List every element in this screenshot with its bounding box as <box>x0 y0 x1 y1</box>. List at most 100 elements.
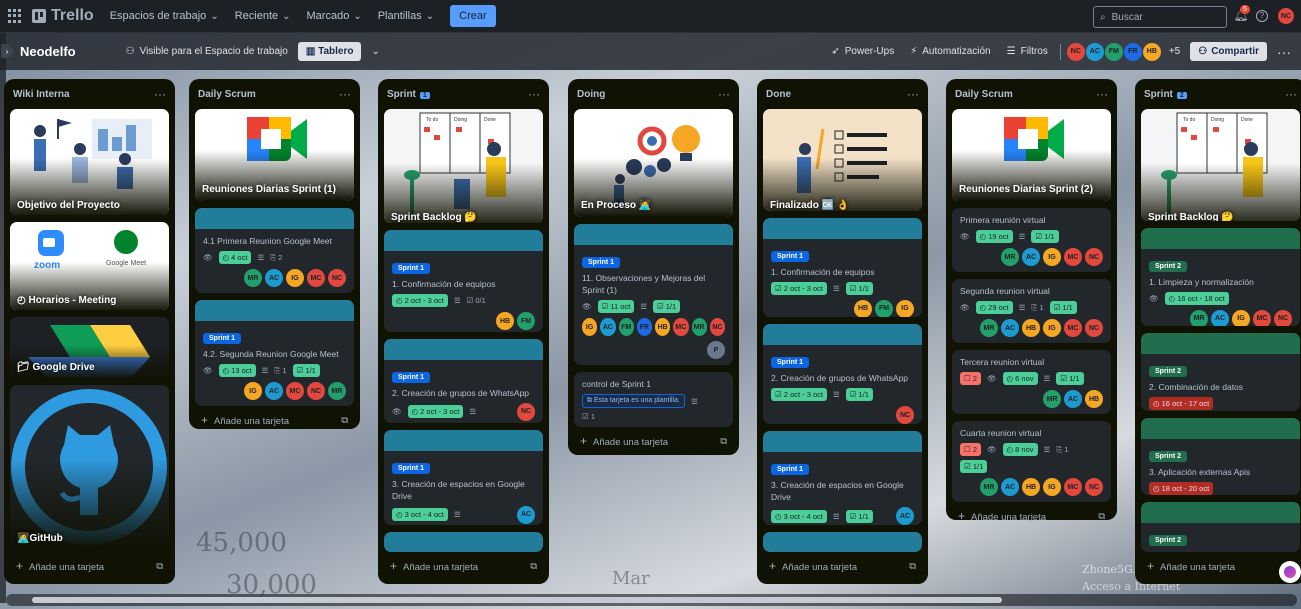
card-done-1[interactable]: Sprint 1 1. Confirmación de equipos ☑ 2 … <box>763 217 922 318</box>
due-date-badge[interactable]: ◴ 8 nov <box>1002 443 1038 456</box>
list-menu-icon[interactable]: ··· <box>718 87 730 101</box>
card-cover-reuniones-1[interactable]: Reuniones Diarias Sprint (1) <box>195 109 354 201</box>
card-sprint2-3[interactable]: Sprint 2 3. Aplicación externas Apis ◴ 1… <box>1141 417 1300 495</box>
member-avatar[interactable]: AC <box>1001 319 1019 337</box>
member-avatar[interactable]: MR <box>1001 248 1019 266</box>
list-title[interactable]: Daily Scrum <box>955 89 1013 100</box>
member-avatar[interactable]: MR <box>328 382 346 400</box>
member-avatar[interactable]: MR <box>980 478 998 496</box>
due-date-badge[interactable]: ◴ 29 oct <box>975 301 1013 314</box>
member-avatar[interactable]: IG <box>1232 309 1250 327</box>
share-button[interactable]: ⚇ Compartir <box>1190 42 1267 61</box>
member-avatar[interactable]: AC <box>517 505 535 524</box>
card-github[interactable]: 👩‍💻︎GitHub <box>10 384 169 546</box>
template-icon[interactable]: ⧉ <box>909 561 916 572</box>
card-sprint1-1[interactable]: Sprint 1 1. Confirmación de equipos ◴ 2 … <box>384 230 543 332</box>
views-dropdown[interactable]: ⌄ <box>371 46 379 57</box>
member-avatar[interactable]: FR <box>1123 42 1142 61</box>
due-date-badge[interactable]: ◴ 19 oct <box>975 230 1013 243</box>
member-avatar[interactable]: HB <box>496 312 514 331</box>
member-avatar[interactable]: IG <box>1043 248 1061 266</box>
member-avatar[interactable]: FM <box>618 318 634 336</box>
card-cover-finalizado[interactable]: Finalizado 🆗 👌 <box>763 109 922 211</box>
due-date-badge[interactable]: ☑ 2 oct - 3 oct <box>771 388 827 402</box>
add-card-button[interactable]: + Añade una tarjeta ⧉ <box>384 552 543 580</box>
member-avatar[interactable]: AC <box>1001 478 1019 496</box>
board-menu-icon[interactable]: ··· <box>1277 44 1291 60</box>
card-done-partial[interactable] <box>763 532 922 552</box>
member-avatar[interactable]: MC <box>1064 319 1082 337</box>
card-cover-sprint-backlog[interactable]: To do Doing Done Sprint Backlog 🤔 <box>384 109 543 224</box>
card-cover-en-proceso[interactable]: En Proceso 🧑‍💻 <box>574 109 733 217</box>
member-avatar[interactable]: AC <box>896 507 914 526</box>
member-avatar[interactable]: MC <box>1253 309 1271 327</box>
search-input[interactable]: ⌕ Buscar <box>1093 6 1227 28</box>
card-sprint1-3[interactable]: Sprint 1 3. Creación de espacios en Goog… <box>384 429 543 525</box>
member-avatar[interactable]: HB <box>854 299 872 318</box>
template-icon[interactable]: ⧉ <box>341 415 348 426</box>
member-avatar[interactable]: MR <box>244 269 262 287</box>
member-avatar[interactable]: NC <box>709 318 725 336</box>
card-google-drive[interactable]: 📁︎ Google Drive <box>10 316 169 378</box>
member-avatar[interactable]: AC <box>1022 248 1040 266</box>
member-avatar[interactable]: NC <box>307 382 325 400</box>
nav-recent[interactable]: Reciente ⌄ <box>235 10 291 22</box>
card-segunda-reunion-virtual[interactable]: Segunda reunion virtual 👁︎ ◴ 29 oct ☰ ⎘ 1 ☑ … <box>952 279 1111 343</box>
member-avatar[interactable]: NC <box>1085 248 1103 266</box>
member-avatar[interactable]: HB <box>655 318 671 336</box>
card-cover-sprint-backlog-2[interactable]: To do Doing Done Sprint Backlog 🤔 <box>1141 109 1300 221</box>
list-title[interactable]: Sprint 2 <box>1144 89 1187 100</box>
list-menu-icon[interactable]: ··· <box>528 87 540 101</box>
assistant-bubble-icon[interactable] <box>1279 561 1301 583</box>
horizontal-scrollbar[interactable] <box>6 594 1297 606</box>
card-sprint2-2[interactable]: Sprint 2 2. Combinación de datos ◴ 16 oc… <box>1141 333 1300 411</box>
list-title[interactable]: Doing <box>577 89 605 100</box>
board-title[interactable]: Neodelfo <box>20 44 76 59</box>
member-avatar[interactable]: MC <box>1064 478 1082 496</box>
due-date-badge[interactable]: ◴ 16 oct - 17 oct <box>1149 397 1214 411</box>
member-avatar[interactable]: MR <box>691 318 707 336</box>
card-done-3[interactable]: Sprint 1 3. Creación de espacios en Goog… <box>763 431 922 526</box>
member-avatar[interactable]: AC <box>1064 390 1082 408</box>
nav-workspaces[interactable]: Espacios de trabajo ⌄ <box>110 10 219 22</box>
board-view-button[interactable]: ▥ Tablero <box>297 42 362 61</box>
member-avatar[interactable]: MR <box>1190 309 1208 327</box>
member-avatar[interactable]: HB <box>1142 42 1161 61</box>
card-sprint2-1[interactable]: Sprint 2 1. Limpieza y normalización 👁︎ ◴… <box>1141 227 1300 327</box>
card-sprint1-2[interactable]: Sprint 1 2. Creación de grupos de WhatsA… <box>384 338 543 423</box>
member-avatar[interactable]: IG <box>1043 319 1061 337</box>
due-date-badge[interactable]: ◴ 3 oct - 4 oct <box>392 508 448 522</box>
member-avatar[interactable]: IG <box>1043 478 1061 496</box>
due-date-badge[interactable]: ◴ 2 oct - 3 oct <box>392 294 448 308</box>
template-icon[interactable]: ⧉ <box>720 436 727 447</box>
member-avatar[interactable]: NC <box>1085 319 1103 337</box>
due-date-badge[interactable]: ◴ 4 oct <box>218 251 252 264</box>
template-icon[interactable]: ⧉ <box>1098 511 1105 522</box>
member-avatar[interactable]: AC <box>600 318 616 336</box>
member-avatar[interactable]: NC <box>896 406 914 425</box>
more-members-count[interactable]: +5 <box>1169 46 1180 57</box>
member-avatar[interactable]: MC <box>307 269 325 287</box>
add-card-button[interactable]: + Añade una tarjeta ⧉ <box>574 427 733 455</box>
member-avatar[interactable]: MC <box>673 318 689 336</box>
due-date-badge[interactable]: ◴ 3 oct - 4 oct <box>771 509 827 523</box>
card-primera-reunion-virtual[interactable]: Primera reunión virtual 👁︎ ◴ 19 oct ☰ ☑ 1/1… <box>952 208 1111 272</box>
member-avatar[interactable]: IG <box>286 269 304 287</box>
member-avatar[interactable]: MR <box>980 319 998 337</box>
member-avatar[interactable]: AC <box>265 269 283 287</box>
scrollbar-thumb[interactable] <box>32 597 1002 603</box>
due-date-badge[interactable]: ◴ 2 oct - 3 oct <box>407 405 464 419</box>
template-icon[interactable]: ⧉ <box>156 561 163 572</box>
due-date-badge[interactable]: ◴ 6 nov <box>1002 372 1038 385</box>
powerups-button[interactable]: ➶ Power-Ups <box>831 46 894 57</box>
nav-starred[interactable]: Marcado ⌄ <box>307 10 362 22</box>
member-avatar[interactable]: AC <box>1085 42 1104 61</box>
list-menu-icon[interactable]: ··· <box>1096 87 1108 101</box>
nav-templates[interactable]: Plantillas ⌄ <box>378 10 434 22</box>
list-title[interactable]: Sprint 1 <box>387 89 430 100</box>
app-switcher-icon[interactable] <box>8 9 22 23</box>
card-tercera-reunion-virtual[interactable]: Tercera reunion virtual ☐ 2 👁︎ ◴ 6 nov ☰ ☑ 1… <box>952 350 1111 414</box>
member-avatar[interactable]: MC <box>286 382 304 400</box>
add-card-button[interactable]: + Añade una tarjeta <box>1141 552 1300 580</box>
member-avatar[interactable]: HB <box>1022 478 1040 496</box>
